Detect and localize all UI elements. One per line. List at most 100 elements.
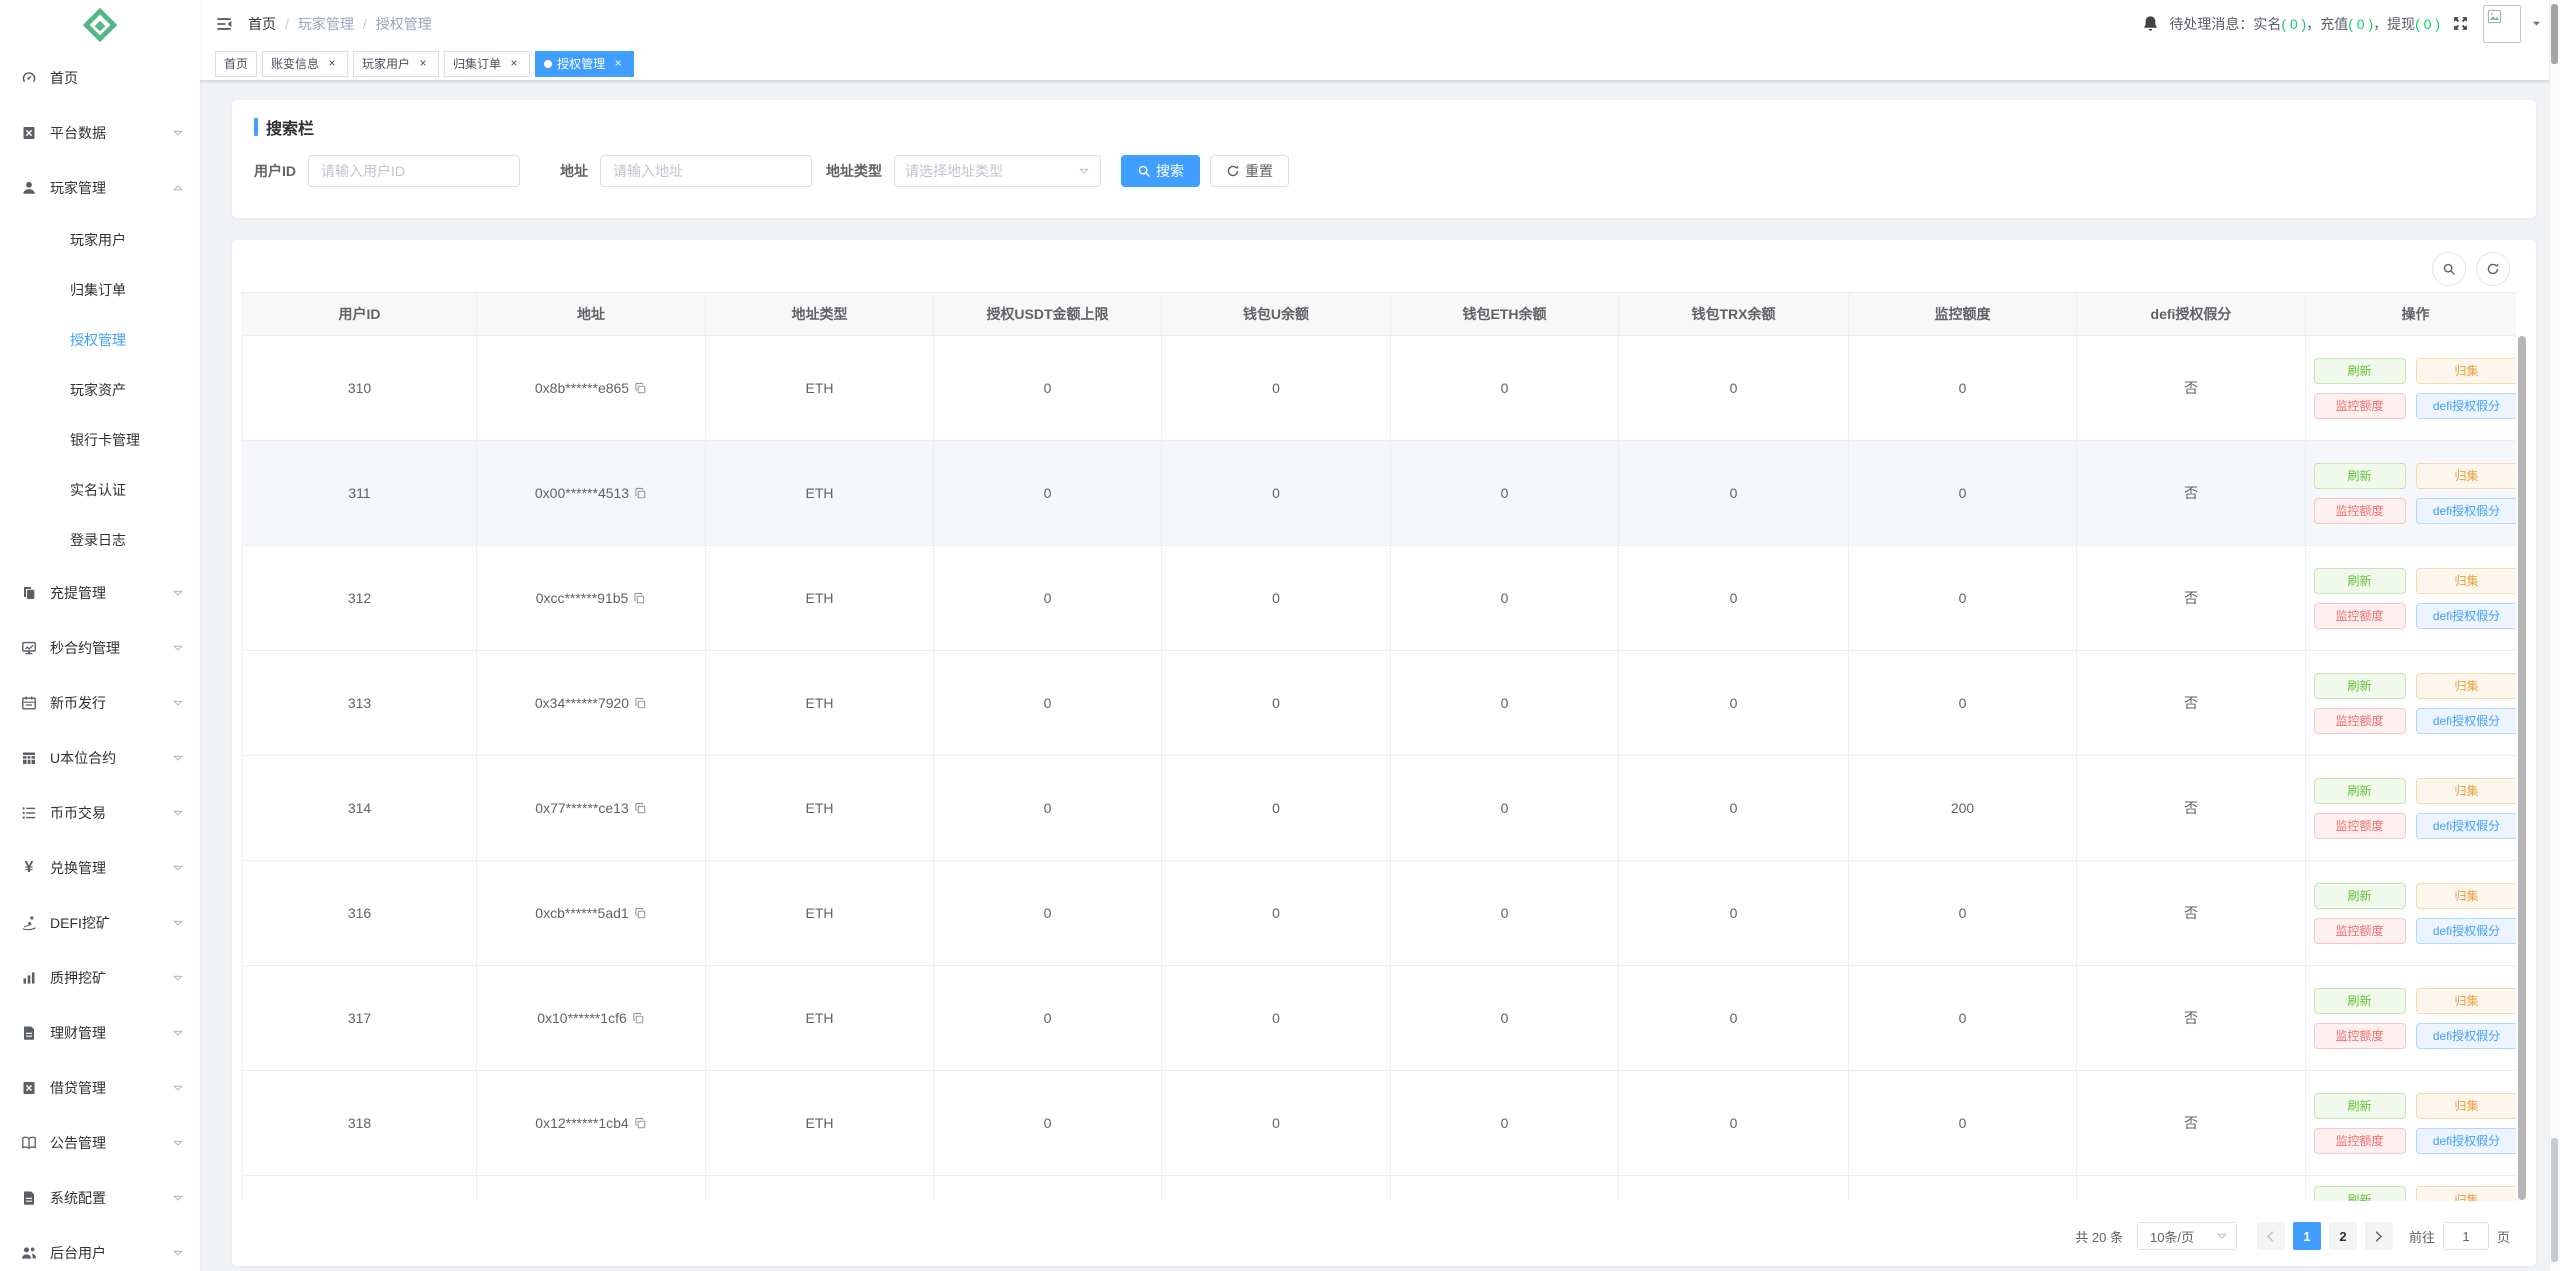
tab-授权管理[interactable]: 授权管理 × [535,50,635,77]
action-button-监控额度[interactable]: 监控额度 [2313,1127,2406,1154]
action-button-归集[interactable]: 归集 [2415,987,2516,1014]
tab-close-icon[interactable]: × [611,56,625,71]
sidebar-subitem-归集订单[interactable]: 归集订单 [0,265,200,315]
action-button-刷新[interactable]: 刷新 [2313,987,2406,1014]
action-button-监控额度[interactable]: 监控额度 [2313,1022,2406,1049]
action-button-监控额度[interactable]: 监控额度 [2313,602,2406,629]
sidebar-item-U本位合约[interactable]: U本位合约 [0,730,200,785]
tab-账变信息[interactable]: 账变信息 × [262,50,349,77]
table-search-button[interactable] [2432,252,2466,286]
tab-close-icon[interactable]: × [416,56,430,71]
sidebar-item-秒合约管理[interactable]: 秒合约管理 [0,620,200,675]
action-button-监控额度[interactable]: 监控额度 [2313,917,2406,944]
action-button-defi授权假分[interactable]: defi授权假分 [2415,392,2516,419]
sidebar-item-玩家管理[interactable]: 玩家管理 [0,160,200,215]
action-button-刷新[interactable]: 刷新 [2313,567,2406,594]
sidebar-item-系统配置[interactable]: 系统配置 [0,1170,200,1225]
page-button-2[interactable]: 2 [2328,1222,2357,1250]
sidebar-subitem-玩家用户[interactable]: 玩家用户 [0,215,200,265]
copy-icon[interactable] [634,802,647,815]
copy-icon[interactable] [634,907,647,920]
table-scrollbar-thumb[interactable] [2518,336,2526,1200]
copy-icon[interactable] [633,592,646,605]
sidebar-item-平台数据[interactable]: 平台数据 [0,105,200,160]
action-button-监控额度[interactable]: 监控额度 [2313,497,2406,524]
pending-count-提现[interactable]: ( 0 ) [2415,16,2440,32]
tab-close-icon[interactable]: × [507,56,521,71]
fullscreen-icon[interactable] [2452,15,2469,32]
copy-icon[interactable] [634,1117,647,1130]
scrollbar-thumb[interactable] [2551,4,2558,64]
sidebar-item-借贷管理[interactable]: 借贷管理 [0,1060,200,1115]
action-button-刷新[interactable]: 刷新 [2313,1092,2406,1119]
prev-page-button[interactable] [2256,1222,2285,1250]
sidebar-toggle-button[interactable] [200,0,248,47]
action-button-归集[interactable]: 归集 [2415,567,2516,594]
pending-count-充值[interactable]: ( 0 ) [2348,16,2373,32]
sidebar-item-质押挖矿[interactable]: 质押挖矿 [0,950,200,1005]
copy-icon[interactable] [634,697,647,710]
action-button-defi授权假分[interactable]: defi授权假分 [2415,1127,2516,1154]
address-type-select[interactable]: 请选择地址类型 [894,155,1101,187]
pending-count-实名[interactable]: ( 0 ) [2281,16,2306,32]
sidebar-item-首页[interactable]: 首页 [0,50,200,105]
copy-icon[interactable] [634,382,647,395]
action-button-刷新[interactable]: 刷新 [2313,462,2406,489]
bell-icon[interactable] [2142,15,2159,32]
avatar[interactable] [2483,4,2521,43]
action-button-defi授权假分[interactable]: defi授权假分 [2415,812,2516,839]
tab-玩家用户[interactable]: 玩家用户 × [353,50,440,77]
address-input[interactable] [600,155,812,187]
tab-归集订单[interactable]: 归集订单 × [444,50,531,77]
search-button[interactable]: 搜索 [1121,155,1200,187]
sidebar-item-理财管理[interactable]: 理财管理 [0,1005,200,1060]
action-button-defi授权假分[interactable]: defi授权假分 [2415,602,2516,629]
tab-首页[interactable]: 首页 [215,50,258,77]
next-page-button[interactable] [2364,1222,2393,1250]
action-button-归集[interactable]: 归集 [2415,882,2516,909]
sidebar-subitem-登录日志[interactable]: 登录日志 [0,515,200,565]
action-button-刷新[interactable]: 刷新 [2313,1186,2406,1201]
action-button-defi授权假分[interactable]: defi授权假分 [2415,707,2516,734]
copy-icon[interactable] [632,1012,645,1025]
page-size-select[interactable]: 10条/页 [2136,1222,2237,1250]
user-menu-caret-icon[interactable] [2531,18,2542,29]
content-scrollbar-thumb[interactable] [2551,1138,2558,1262]
breadcrumb-home[interactable]: 首页 [248,14,276,34]
goto-page-input[interactable] [2442,1222,2489,1250]
sidebar-subitem-实名认证[interactable]: 实名认证 [0,465,200,515]
action-button-刷新[interactable]: 刷新 [2313,357,2406,384]
copy-icon[interactable] [634,487,647,500]
sidebar-item-公告管理[interactable]: 公告管理 [0,1115,200,1170]
page-button-1[interactable]: 1 [2292,1222,2321,1250]
action-button-归集[interactable]: 归集 [2415,1092,2516,1119]
action-button-defi授权假分[interactable]: defi授权假分 [2415,917,2516,944]
userid-input[interactable] [308,155,520,187]
app-logo[interactable] [0,0,200,50]
page-scrollbar[interactable] [2549,0,2560,1271]
sidebar-item-充提管理[interactable]: 充提管理 [0,565,200,620]
action-button-归集[interactable]: 归集 [2415,672,2516,699]
sidebar-subitem-授权管理[interactable]: 授权管理 [0,315,200,365]
sidebar-item-新币发行[interactable]: 新币发行 [0,675,200,730]
action-button-监控额度[interactable]: 监控额度 [2313,392,2406,419]
sidebar-subitem-银行卡管理[interactable]: 银行卡管理 [0,415,200,465]
action-button-归集[interactable]: 归集 [2415,1186,2516,1201]
action-button-归集[interactable]: 归集 [2415,462,2516,489]
sidebar-item-后台用户[interactable]: 后台用户 [0,1225,200,1271]
sidebar-item-币币交易[interactable]: 币币交易 [0,785,200,840]
action-button-刷新[interactable]: 刷新 [2313,777,2406,804]
action-button-刷新[interactable]: 刷新 [2313,672,2406,699]
sidebar-item-DEFI挖矿[interactable]: DEFI挖矿 [0,895,200,950]
reset-button[interactable]: 重置 [1210,155,1289,187]
tab-close-icon[interactable]: × [325,56,339,71]
action-button-刷新[interactable]: 刷新 [2313,882,2406,909]
action-button-归集[interactable]: 归集 [2415,777,2516,804]
action-button-defi授权假分[interactable]: defi授权假分 [2415,497,2516,524]
action-button-监控额度[interactable]: 监控额度 [2313,812,2406,839]
sidebar-subitem-玩家资产[interactable]: 玩家资产 [0,365,200,415]
sidebar-item-兑换管理[interactable]: ¥ 兑换管理 [0,840,200,895]
action-button-归集[interactable]: 归集 [2415,357,2516,384]
action-button-defi授权假分[interactable]: defi授权假分 [2415,1022,2516,1049]
table-refresh-button[interactable] [2476,252,2510,286]
